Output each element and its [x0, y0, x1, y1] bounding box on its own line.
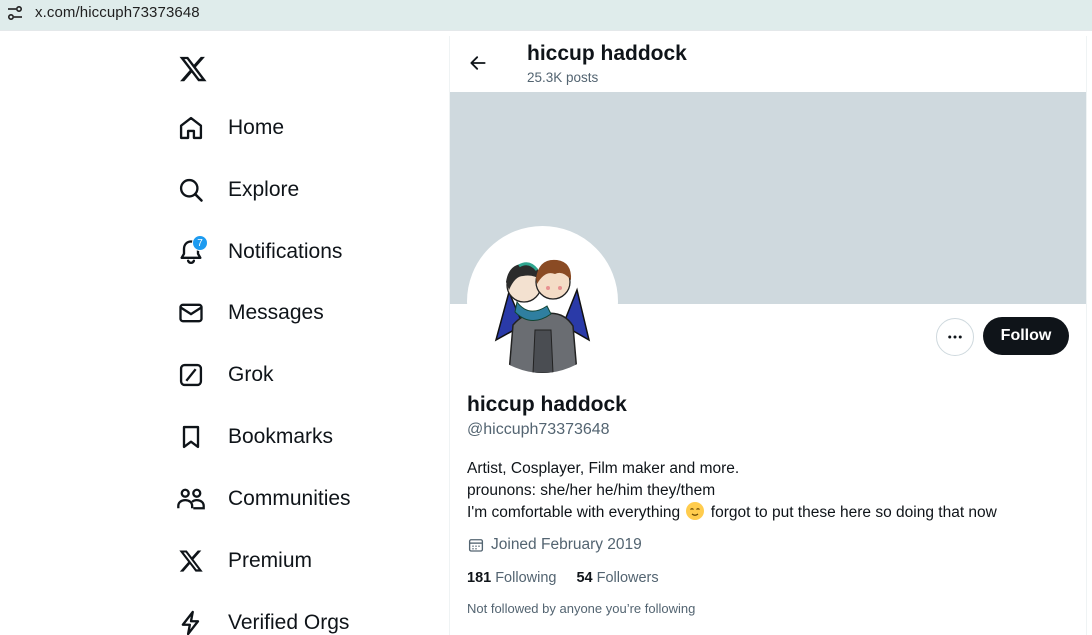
- followers-label: Followers: [596, 570, 659, 586]
- nav-item-messages[interactable]: Messages: [172, 291, 324, 335]
- nav-label-notifications: Notifications: [228, 240, 343, 263]
- calendar-icon: [468, 539, 484, 552]
- bell-icon: 7: [172, 233, 210, 271]
- more-options-button[interactable]: [936, 318, 974, 356]
- header-name: hiccup haddock: [527, 42, 687, 65]
- bio-text: I'm comfortable with everything: [467, 504, 681, 521]
- not-followed-note: Not followed by anyone you’re following: [467, 601, 696, 616]
- header-post-count: 25.3K posts: [527, 70, 599, 85]
- nav-item-premium[interactable]: Premium: [172, 539, 312, 583]
- follow-stats: 181 Following 54 Followers: [467, 570, 679, 586]
- nav-item-notifications[interactable]: 7 Notifications: [172, 230, 342, 274]
- nav-item-grok[interactable]: Grok: [172, 353, 274, 397]
- following-label: Following: [495, 570, 557, 586]
- x-logo-icon[interactable]: [177, 54, 209, 84]
- nav-label-home: Home: [228, 116, 285, 139]
- profile-handle: @hiccuph73373648: [467, 421, 610, 438]
- avatar[interactable]: [467, 226, 618, 377]
- site-settings-icon[interactable]: [6, 4, 24, 22]
- nav-label-grok: Grok: [228, 363, 274, 386]
- nav-label-messages: Messages: [228, 301, 324, 324]
- following-count: 181: [467, 570, 492, 586]
- follow-button[interactable]: Follow: [983, 317, 1069, 355]
- search-icon: [172, 171, 210, 209]
- profile-display-name: hiccup haddock: [467, 393, 627, 416]
- nav-item-verified-orgs[interactable]: Verified Orgs: [172, 601, 349, 635]
- notification-badge: 7: [192, 235, 208, 251]
- profile-header: hiccup haddock 25.3K posts: [450, 36, 1087, 92]
- nav-label-bookmarks: Bookmarks: [228, 425, 334, 448]
- browser-address-bar[interactable]: x.com/hiccuph73373648: [0, 0, 1092, 30]
- home-icon: [172, 109, 210, 147]
- bio-line: I'm comfortable with everything forgot t…: [467, 502, 997, 524]
- nav-item-home[interactable]: Home: [172, 106, 284, 150]
- nav-item-explore[interactable]: Explore: [172, 168, 299, 212]
- more-dots-icon: [948, 335, 962, 339]
- arrow-left-icon: [470, 56, 486, 70]
- bio-line: Artist, Cosplayer, Film maker and more.: [467, 460, 740, 477]
- nav-label-explore: Explore: [228, 178, 300, 201]
- profile-column: hiccup haddock 25.3K posts Follow hiccup…: [450, 36, 1087, 635]
- bookmark-icon: [172, 418, 210, 456]
- bio-line: prounons: she/her he/him they/them: [467, 482, 716, 499]
- primary-nav: Home Explore 7 Notifications Messages Gr…: [0, 36, 449, 635]
- following-link[interactable]: 181 Following: [467, 570, 556, 586]
- relieved-face-emoji-icon: [686, 502, 705, 520]
- profile-bio: Artist, Cosplayer, Film maker and more. …: [467, 458, 997, 524]
- bio-text: forgot to put these here so doing that n…: [710, 504, 997, 521]
- avatar-artwork: [471, 230, 614, 373]
- followers-count: 54: [576, 570, 593, 586]
- grok-icon: [172, 356, 210, 394]
- join-date: Joined February 2019: [467, 536, 642, 554]
- nav-label-communities: Communities: [228, 487, 351, 510]
- join-date-text: Joined February 2019: [491, 536, 642, 553]
- x-logo-icon: [172, 542, 210, 580]
- lightning-icon: [172, 604, 210, 635]
- address-url[interactable]: x.com/hiccuph73373648: [35, 4, 200, 21]
- people-icon: [172, 480, 210, 518]
- nav-item-communities[interactable]: Communities: [172, 477, 351, 521]
- followers-link[interactable]: 54 Followers: [576, 570, 658, 586]
- nav-label-verified-orgs: Verified Orgs: [228, 611, 350, 634]
- envelope-icon: [172, 294, 210, 332]
- back-button[interactable]: [464, 49, 492, 77]
- nav-label-premium: Premium: [228, 549, 313, 572]
- main-divider: [1086, 36, 1087, 635]
- nav-item-bookmarks[interactable]: Bookmarks: [172, 415, 333, 459]
